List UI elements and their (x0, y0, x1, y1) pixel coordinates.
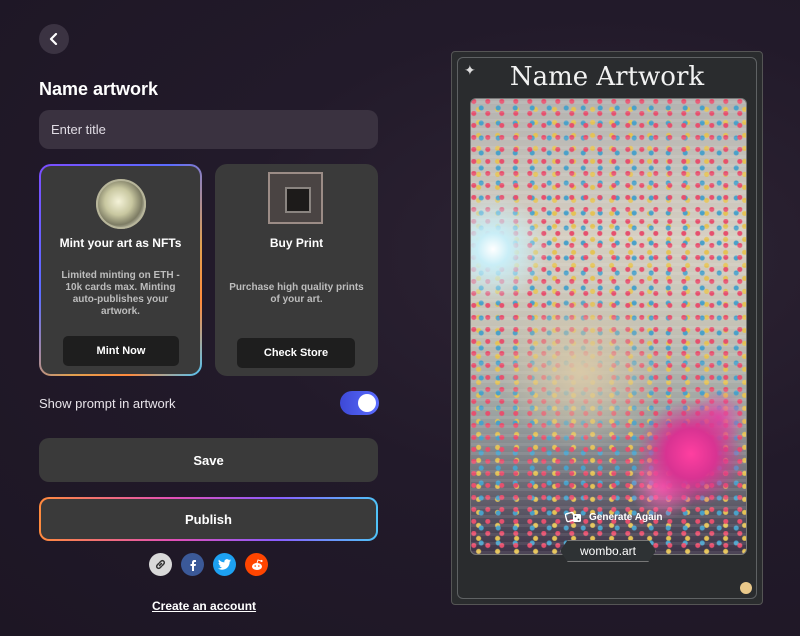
page-title: Name artwork (39, 79, 159, 99)
save-button[interactable]: Save (39, 438, 378, 482)
preview-title: Name Artwork (509, 62, 705, 92)
show-prompt-toggle[interactable] (340, 391, 379, 415)
twitter-icon (218, 559, 231, 570)
generate-again-label: Generate Again (589, 511, 663, 523)
title-input[interactable] (39, 110, 378, 149)
link-icon (155, 559, 166, 570)
toggle-knob (358, 394, 376, 412)
dice-icon (565, 511, 581, 523)
nft-card-heading: Mint your art as NFTs (59, 236, 182, 250)
buy-print-card[interactable]: Buy Print Purchase high quality prints o… (215, 164, 378, 376)
facebook-icon (190, 559, 196, 571)
chevron-left-icon (49, 33, 58, 45)
twitter-share-button[interactable] (213, 553, 236, 576)
print-card-description: Purchase high quality prints of your art… (229, 282, 364, 305)
facebook-share-button[interactable] (181, 553, 204, 576)
mint-nft-card[interactable]: Mint your art as NFTs Limited minting on… (39, 164, 202, 376)
mint-now-button[interactable]: Mint Now (63, 336, 179, 366)
show-prompt-label: Show prompt in artwork (39, 396, 176, 411)
check-store-button[interactable]: Check Store (237, 338, 355, 368)
generate-again-button[interactable]: Generate Again (565, 510, 663, 524)
publish-button[interactable]: Publish (39, 497, 378, 541)
reddit-icon (251, 558, 263, 570)
reddit-share-button[interactable] (245, 553, 268, 576)
print-card-heading: Buy Print (269, 236, 324, 250)
back-button[interactable] (39, 24, 69, 54)
coin-icon (96, 179, 146, 229)
framed-print-icon (268, 172, 323, 224)
wombo-watermark: wombo.art (560, 540, 656, 562)
copy-link-button[interactable] (149, 553, 172, 576)
nft-card-description: Limited minting on ETH - 10k cards max. … (61, 270, 180, 317)
create-account-link[interactable]: Create an account (152, 599, 256, 613)
artwork-image (470, 98, 747, 555)
wombo-logo-icon (740, 582, 752, 594)
artwork-preview: ✦ Name Artwork Generate Again wombo.art (451, 51, 763, 605)
